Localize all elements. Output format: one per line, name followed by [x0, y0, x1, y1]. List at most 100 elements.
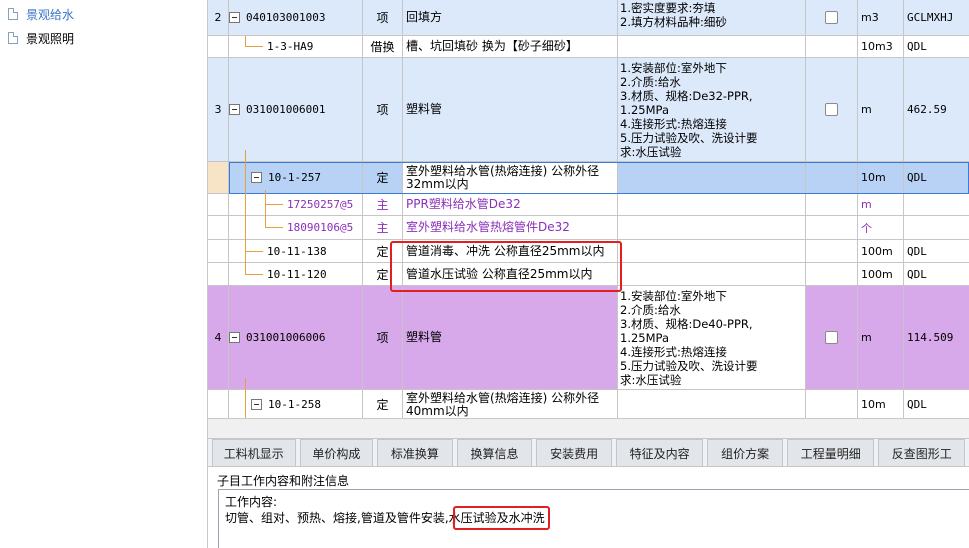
horizontal-splitter[interactable]: [208, 418, 969, 438]
quantity-cell[interactable]: QDL: [904, 240, 969, 262]
name-cell[interactable]: 管道水压试验 公称直径25mm以内: [403, 263, 618, 285]
tree-connector: [265, 227, 283, 228]
content-label: 工作内容:: [225, 495, 278, 509]
project-tree: 景观给水 景观照明: [0, 0, 208, 548]
tree-item-label: 景观照明: [26, 31, 75, 46]
name-cell[interactable]: 室外塑料给水管热熔管件De32: [403, 216, 618, 239]
name-cell[interactable]: 塑料管: [403, 286, 618, 389]
code-cell[interactable]: 10-11-138: [229, 240, 363, 262]
features-cell[interactable]: [618, 216, 806, 239]
quantity-cell[interactable]: QDL: [904, 263, 969, 285]
quantity-cell[interactable]: GCLMXHJ: [904, 0, 969, 35]
features-cell[interactable]: 1.安装部位:室外地下 2.介质:给水 3.材质、规格:De40-PPR, 1.…: [618, 286, 806, 389]
features-cell[interactable]: [618, 162, 806, 193]
table-row[interactable]: 1-3-HA9 借换 槽、坑回填砂 换为【砂子细砂】 10m3 QDL: [208, 36, 969, 58]
tree-connector: [245, 150, 246, 274]
name-cell[interactable]: 槽、坑回填砂 换为【砂子细砂】: [403, 36, 618, 57]
type-cell: 主: [363, 194, 403, 215]
name-cell[interactable]: PPR塑料给水管De32: [403, 194, 618, 215]
checkbox-cell: [806, 286, 858, 389]
collapse-icon[interactable]: [251, 172, 262, 183]
row-number: [208, 36, 229, 57]
tree-connector: [245, 378, 246, 418]
table-row[interactable]: 10-11-120 定 管道水压试验 公称直径25mm以内 100m QDL: [208, 263, 969, 286]
name-cell[interactable]: 室外塑料给水管(热熔连接) 公称外径40mm以内: [403, 390, 618, 418]
table-row[interactable]: 2 040103001003 项 回填方 1.密实度要求:夯填 2.填方材料品种…: [208, 0, 969, 36]
table-row-selected[interactable]: 10-1-257 定 室外塑料给水管(热熔连接) 公称外径32mm以内 10m …: [208, 162, 969, 194]
row-number: [208, 194, 229, 215]
quantity-cell[interactable]: [904, 194, 969, 215]
row-checkbox[interactable]: [825, 11, 838, 24]
quantity-cell[interactable]: QDL: [904, 162, 969, 193]
tab-pricing-scheme[interactable]: 组价方案: [707, 439, 783, 466]
name-cell[interactable]: 塑料管: [403, 58, 618, 161]
features-cell[interactable]: [618, 390, 806, 418]
code-cell[interactable]: 17250257@5: [229, 194, 363, 215]
row-number: 2: [208, 0, 229, 35]
table-row[interactable]: 10-11-138 定 管道消毒、冲洗 公称直径25mm以内 100m QDL: [208, 240, 969, 263]
features-cell[interactable]: [618, 263, 806, 285]
checkbox-cell: [806, 240, 858, 262]
code-cell[interactable]: 1-3-HA9: [229, 36, 363, 57]
code-cell[interactable]: 10-1-257: [229, 162, 363, 193]
row-checkbox[interactable]: [825, 103, 838, 116]
collapse-icon[interactable]: [251, 399, 262, 410]
name-cell-editing[interactable]: 室外塑料给水管(热熔连接) 公称外径32mm以内: [403, 162, 618, 193]
table-row[interactable]: 17250257@5 主 PPR塑料给水管De32 m: [208, 194, 969, 216]
type-cell: 定: [363, 162, 403, 193]
collapse-icon[interactable]: [229, 332, 240, 343]
code-cell[interactable]: 10-11-120: [229, 263, 363, 285]
quantity-cell[interactable]: QDL: [904, 36, 969, 57]
tab-installation-fee[interactable]: 安装费用: [536, 439, 612, 466]
quantity-cell[interactable]: [904, 216, 969, 239]
tree-item-landscape-lighting[interactable]: 景观照明: [8, 29, 74, 47]
table-row[interactable]: 18090106@5 主 室外塑料给水管热熔管件De32 个: [208, 216, 969, 240]
code-cell[interactable]: 18090106@5: [229, 216, 363, 239]
tab-features-content[interactable]: 特征及内容: [615, 439, 704, 466]
quantity-cell[interactable]: 462.59: [904, 58, 969, 161]
collapse-icon[interactable]: [229, 12, 240, 23]
code-text: 10-1-258: [268, 398, 321, 411]
tab-labor-material[interactable]: 工料机显示: [212, 439, 296, 466]
unit-cell: m3: [858, 0, 904, 35]
tab-conversion-info[interactable]: 换算信息: [456, 439, 533, 466]
bill-grid: 2 040103001003 项 回填方 1.密实度要求:夯填 2.填方材料品种…: [208, 0, 969, 418]
row-checkbox[interactable]: [825, 331, 838, 344]
tree-item-landscape-water[interactable]: 景观给水: [8, 5, 74, 23]
features-cell[interactable]: 1.密实度要求:夯填 2.填方材料品种:细砂: [618, 0, 806, 35]
collapse-icon[interactable]: [229, 104, 240, 115]
document-icon: [8, 8, 18, 20]
table-row[interactable]: 10-1-258 定 室外塑料给水管(热熔连接) 公称外径40mm以内 10m …: [208, 390, 969, 418]
tab-quantity-detail[interactable]: 工程量明细: [786, 439, 875, 466]
tab-reverse-lookup[interactable]: 反查图形工: [878, 439, 965, 466]
checkbox-cell: [806, 216, 858, 239]
work-content-textarea[interactable]: 工作内容: 切管、组对、预热、熔接,管道及管件安装,水压试验及水冲洗: [218, 489, 969, 548]
code-cell[interactable]: 031001006006: [229, 286, 363, 389]
table-row[interactable]: 3 031001006001 项 塑料管 1.安装部位:室外地下 2.介质:给水…: [208, 58, 969, 162]
quantity-cell[interactable]: QDL: [904, 390, 969, 418]
code-text: 10-11-120: [267, 267, 327, 281]
features-cell[interactable]: 1.安装部位:室外地下 2.介质:给水 3.材质、规格:De32-PPR, 1.…: [618, 58, 806, 161]
features-cell[interactable]: [618, 36, 806, 57]
table-row[interactable]: 4 031001006006 项 塑料管 1.安装部位:室外地下 2.介质:给水…: [208, 286, 969, 390]
row-number: [208, 263, 229, 285]
row-number: [208, 390, 229, 418]
code-text: 10-11-138: [267, 244, 327, 258]
code-text: 10-1-257: [268, 171, 321, 184]
code-cell[interactable]: 040103001003: [229, 0, 363, 35]
unit-cell: m: [858, 58, 904, 161]
tab-unit-price[interactable]: 单价构成: [299, 439, 374, 466]
features-cell[interactable]: [618, 194, 806, 215]
code-cell[interactable]: 10-1-258: [229, 390, 363, 418]
tab-standard-conversion[interactable]: 标准换算: [377, 439, 453, 466]
code-cell[interactable]: 031001006001: [229, 58, 363, 161]
features-cell[interactable]: [618, 240, 806, 262]
code-text: 040103001003: [246, 11, 326, 24]
unit-cell: 个: [858, 216, 904, 239]
name-cell[interactable]: 回填方: [403, 0, 618, 35]
checkbox-cell: [806, 194, 858, 215]
quantity-cell[interactable]: 114.509: [904, 286, 969, 389]
name-cell[interactable]: 管道消毒、冲洗 公称直径25mm以内: [403, 240, 618, 262]
code-text: 18090106@5: [287, 221, 354, 234]
row-number: [208, 162, 229, 193]
